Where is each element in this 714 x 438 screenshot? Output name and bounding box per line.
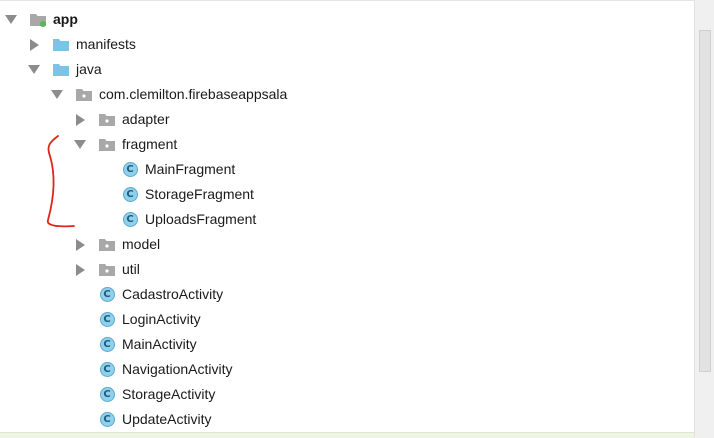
tree-item-cadastroactivity[interactable]: C CadastroActivity bbox=[0, 282, 694, 307]
class-icon-letter: C bbox=[99, 412, 115, 427]
expand-arrow-icon[interactable] bbox=[73, 138, 87, 152]
project-tree: app manifests java com.clemilton.firebaseap… bbox=[0, 0, 694, 438]
tree-item-app[interactable]: app bbox=[0, 7, 694, 32]
triangle-right-icon bbox=[75, 113, 85, 126]
class-icon-letter: C bbox=[122, 187, 138, 202]
scrollbar-thumb[interactable] bbox=[699, 30, 711, 372]
vertical-scrollbar[interactable] bbox=[694, 0, 714, 438]
package-icon bbox=[98, 112, 116, 128]
class-icon: C bbox=[121, 187, 139, 203]
class-icon: C bbox=[98, 412, 116, 428]
expand-arrow-icon[interactable] bbox=[50, 88, 64, 102]
tree-item-adapter[interactable]: adapter bbox=[0, 107, 694, 132]
tree-item-fragment[interactable]: fragment bbox=[0, 132, 694, 157]
package-icon bbox=[98, 137, 116, 153]
tree-item-label: UploadsFragment bbox=[145, 211, 257, 227]
class-icon: C bbox=[98, 312, 116, 328]
tree-item-label: StorageFragment bbox=[145, 186, 254, 202]
tree-item-label: app bbox=[53, 11, 78, 27]
class-icon-letter: C bbox=[99, 362, 115, 377]
tree-item-label: StorageActivity bbox=[122, 386, 216, 402]
module-icon bbox=[29, 12, 47, 28]
collapse-arrow-icon[interactable] bbox=[27, 38, 41, 52]
expand-arrow-icon[interactable] bbox=[27, 63, 41, 77]
tree-item-loginactivity[interactable]: C LoginActivity bbox=[0, 307, 694, 332]
tree-item-java[interactable]: java bbox=[0, 57, 694, 82]
tree-item-mainfragment[interactable]: C MainFragment bbox=[0, 157, 694, 182]
tree-item-storageactivity[interactable]: C StorageActivity bbox=[0, 382, 694, 407]
triangle-down-icon bbox=[51, 90, 63, 99]
tree-item-navigationactivity[interactable]: C NavigationActivity bbox=[0, 357, 694, 382]
folder-icon bbox=[52, 62, 70, 78]
class-icon-letter: C bbox=[99, 337, 115, 352]
tree-item-label: com.clemilton.firebaseappsala bbox=[99, 86, 288, 102]
tree-item-label: CadastroActivity bbox=[122, 286, 224, 302]
tree-item-label: MainActivity bbox=[122, 336, 197, 352]
collapse-arrow-icon[interactable] bbox=[73, 113, 87, 127]
class-icon-letter: C bbox=[99, 387, 115, 402]
tree-item-label: fragment bbox=[122, 136, 178, 152]
tree-item-label: manifests bbox=[76, 36, 136, 52]
tree-item-com-clemilton-firebaseappsala[interactable]: com.clemilton.firebaseappsala bbox=[0, 82, 694, 107]
triangle-down-icon bbox=[5, 15, 17, 24]
class-icon-letter: C bbox=[99, 287, 115, 302]
tree-item-label: java bbox=[76, 61, 102, 77]
tree-item-label: util bbox=[122, 261, 140, 277]
package-icon bbox=[98, 262, 116, 278]
triangle-right-icon bbox=[75, 238, 85, 251]
class-icon: C bbox=[121, 162, 139, 178]
class-icon: C bbox=[98, 337, 116, 353]
tree-item-updateactivity[interactable]: C UpdateActivity bbox=[0, 407, 694, 432]
tree-item-label: adapter bbox=[122, 111, 170, 127]
tree-item-label: model bbox=[122, 236, 161, 252]
class-icon: C bbox=[121, 212, 139, 228]
class-icon-letter: C bbox=[99, 312, 115, 327]
triangle-down-icon bbox=[74, 140, 86, 149]
class-icon-letter: C bbox=[122, 212, 138, 227]
tree-item-label: MainFragment bbox=[145, 161, 236, 177]
tree-item-label: NavigationActivity bbox=[122, 361, 233, 377]
class-icon: C bbox=[98, 287, 116, 303]
expand-arrow-icon[interactable] bbox=[4, 13, 18, 27]
class-icon: C bbox=[98, 387, 116, 403]
tree-item-manifests[interactable]: manifests bbox=[0, 32, 694, 57]
triangle-right-icon bbox=[29, 38, 39, 51]
package-icon bbox=[98, 237, 116, 253]
folder-icon bbox=[52, 37, 70, 53]
class-icon: C bbox=[98, 362, 116, 378]
triangle-down-icon bbox=[28, 65, 40, 74]
status-strip bbox=[0, 432, 694, 438]
tree-item-uploadsfragment[interactable]: C UploadsFragment bbox=[0, 207, 694, 232]
tree-item-mainactivity[interactable]: C MainActivity bbox=[0, 332, 694, 357]
triangle-right-icon bbox=[75, 263, 85, 276]
collapse-arrow-icon[interactable] bbox=[73, 238, 87, 252]
tree-item-model[interactable]: model bbox=[0, 232, 694, 257]
tree-item-label: LoginActivity bbox=[122, 311, 201, 327]
collapse-arrow-icon[interactable] bbox=[73, 263, 87, 277]
tree-item-label: UpdateActivity bbox=[122, 411, 212, 427]
class-icon-letter: C bbox=[122, 162, 138, 177]
package-icon bbox=[75, 87, 93, 103]
tree-item-storagefragment[interactable]: C StorageFragment bbox=[0, 182, 694, 207]
tree-item-util[interactable]: util bbox=[0, 257, 694, 282]
